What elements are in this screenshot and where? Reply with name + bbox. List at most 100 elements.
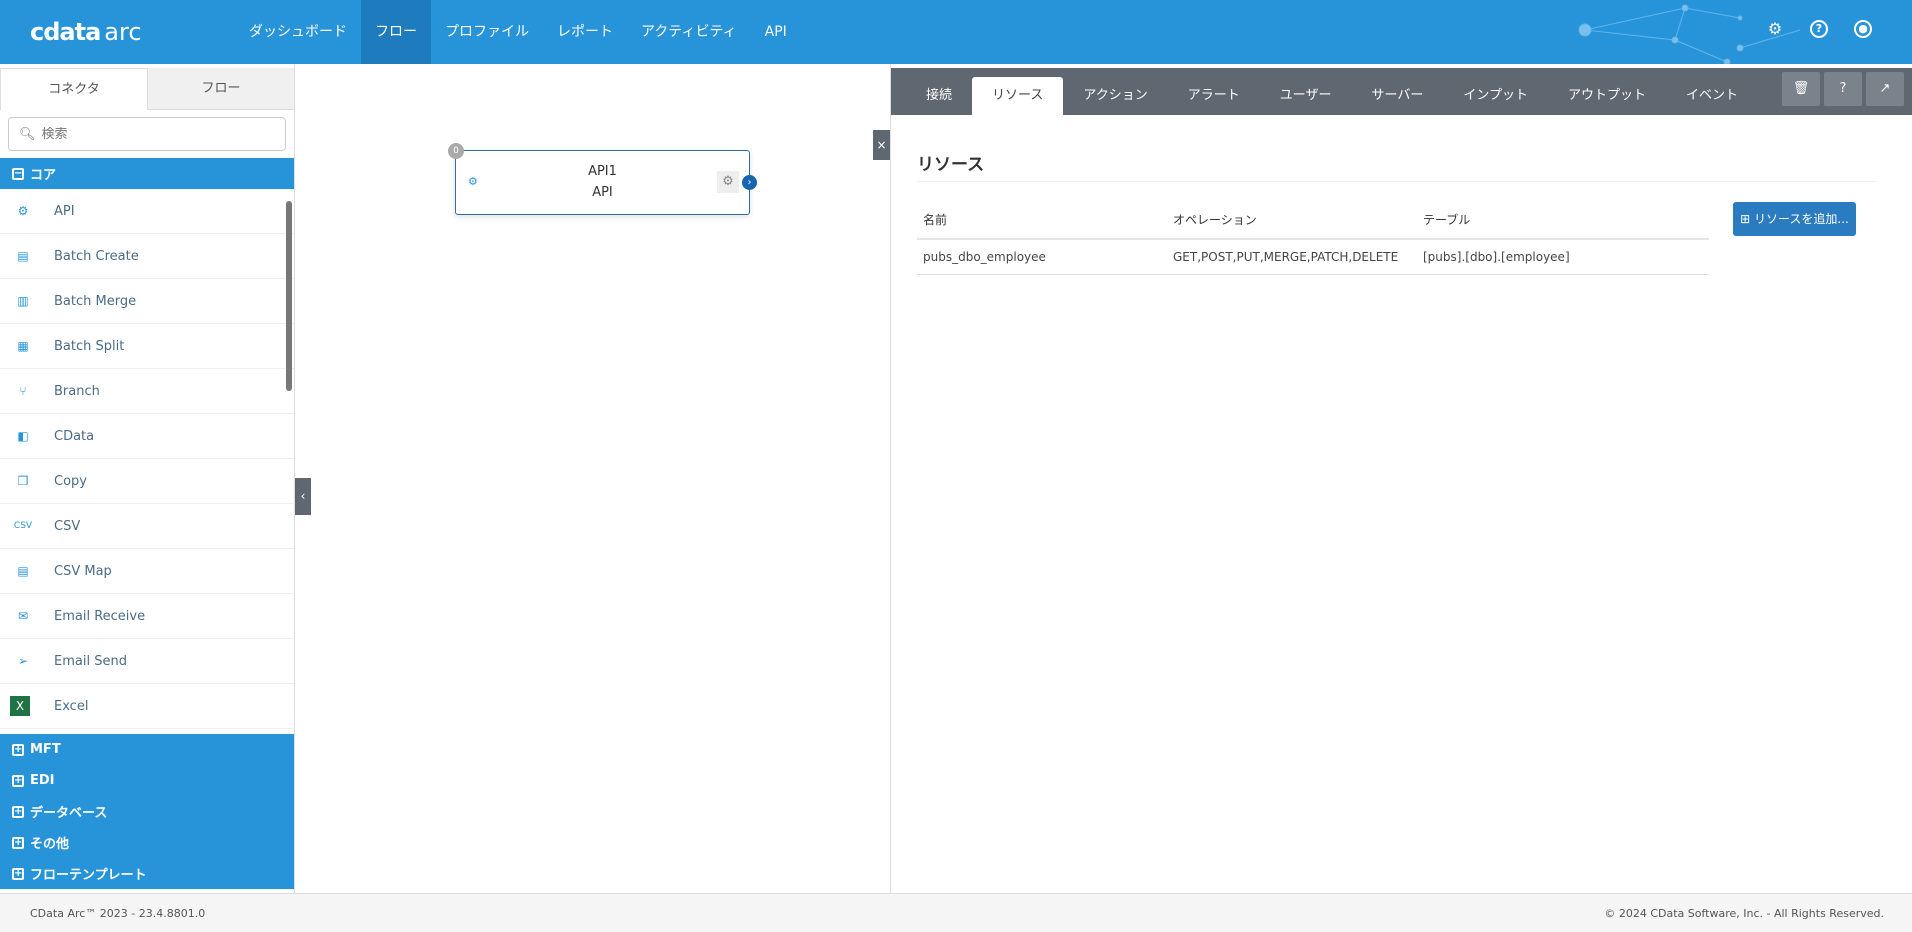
flow-node-api1[interactable]: 0 ⚙ API1 API ⚙ › (448, 143, 757, 215)
list-item[interactable]: ⑂ Branch (0, 369, 294, 414)
expand-icon: + (12, 774, 24, 787)
excel-icon: X (10, 696, 30, 716)
group-0[interactable]: + MFT (0, 734, 294, 765)
list-item-label: Email Receive (54, 608, 146, 624)
list-item[interactable]: X Excel (0, 684, 294, 729)
tab-5[interactable]: サーバー (1352, 77, 1444, 115)
group-1[interactable]: + EDI (0, 765, 294, 796)
connector-list: ⚙ API ▤ Batch Create ▥ Batch Merge ▦ Batch Spli… (0, 189, 294, 734)
nav-flow[interactable]: フロー (361, 0, 431, 64)
tab-7[interactable]: アウトプット (1548, 77, 1666, 115)
list-item-label: Batch Merge (54, 293, 137, 309)
list-item[interactable]: ✉ Email Receive (0, 594, 294, 639)
table-row[interactable]: pubs_dbo_employee GET,POST,PUT,MERGE,PAT… (917, 239, 1709, 275)
list-item[interactable]: ◧ CData (0, 414, 294, 459)
group-4[interactable]: + フローテンプレート (0, 858, 294, 889)
help-icon[interactable]: ? (1810, 20, 1828, 38)
list-item[interactable]: ▥ Batch Merge (0, 279, 294, 324)
list-item[interactable]: ▤ Batch Create (0, 234, 294, 279)
node-output-icon[interactable]: › (742, 175, 757, 190)
scrollbar[interactable] (286, 201, 292, 391)
list-item[interactable]: ⚙ API (0, 189, 294, 234)
copyright-text: © 2024 CData Software, Inc. - All Rights… (1604, 907, 1884, 920)
group-label: フローテンプレート (30, 868, 147, 883)
flow-canvas[interactable]: 0 ⚙ API1 API ⚙ › × ‹ (295, 64, 890, 893)
tab-1[interactable]: リソース (972, 77, 1064, 115)
group-core[interactable]: − コア (0, 158, 294, 189)
expand-icon: + (12, 867, 24, 880)
api-icon: ⚙ (468, 175, 478, 188)
node-type: API (592, 185, 613, 200)
list-item[interactable]: ▤ CSV Map (0, 549, 294, 594)
nav-activity[interactable]: アクティビティ (627, 0, 751, 64)
list-item-label: Email Send (54, 653, 127, 669)
api-icon: ⚙ (17, 204, 29, 218)
batch-create-icon: ▤ (17, 249, 29, 263)
add-resource-button[interactable]: ⊞ リソースを追加... (1733, 202, 1856, 236)
column-operations: オペレーション (1167, 201, 1417, 240)
batch-merge-icon: ▥ (17, 294, 29, 308)
resource-operations: GET,POST,PUT,MERGE,PATCH,DELETE (1167, 239, 1417, 275)
gear-icon[interactable]: ⚙ (1766, 20, 1784, 38)
nav-profile[interactable]: プロファイル (431, 0, 543, 64)
cdata-arc-logo[interactable]: cdata arc (30, 18, 142, 46)
group-2[interactable]: + データベース (0, 796, 294, 827)
csv-icon: CSV (13, 521, 33, 531)
help-icon[interactable]: ? (1824, 72, 1862, 106)
list-item[interactable]: ➢ Email Send (0, 639, 294, 684)
nav-report[interactable]: レポート (543, 0, 627, 64)
tab-6[interactable]: インプット (1443, 77, 1548, 115)
tab-4[interactable]: ユーザー (1260, 77, 1352, 115)
tab-3[interactable]: アラート (1168, 77, 1260, 115)
main-nav: ダッシュボード フロー プロファイル レポート アクティビティ API (235, 0, 801, 64)
group-label: コア (30, 168, 57, 183)
list-item-label: Excel (54, 698, 89, 714)
nav-dashboard[interactable]: ダッシュボード (235, 0, 361, 64)
collapse-icon: − (12, 167, 24, 180)
version-text: CData Arc™ 2023 - 23.4.8801.0 (30, 907, 206, 920)
tab-connectors[interactable]: コネクタ (0, 68, 148, 110)
collapse-sidebar-button[interactable]: ‹ (295, 478, 311, 515)
close-panel-button[interactable]: × (873, 130, 890, 160)
branch-icon: ⑂ (19, 384, 27, 398)
settings-panel: 接続 リソース アクション アラート ユーザー サーバー インプット アウトプット イベント 🗑… (890, 64, 1912, 893)
resources-table: 名前 オペレーション テーブル pubs_dbo_employee GET,PO… (917, 201, 1709, 275)
copy-icon: ❐ (17, 474, 29, 488)
node-title: API1 (588, 164, 617, 179)
expand-icon: + (12, 805, 24, 818)
delete-icon[interactable]: 🗑︎ (1782, 72, 1820, 106)
column-name: 名前 (917, 201, 1167, 240)
list-item-label: Copy (54, 473, 87, 489)
list-item-label: Batch Create (54, 248, 139, 264)
user-icon[interactable]: ● (1854, 20, 1872, 38)
group-label: データベース (30, 806, 108, 821)
list-item-label: CData (54, 428, 95, 444)
search-icon: 🔍︎ (19, 126, 36, 142)
tab-2[interactable]: アクション (1063, 77, 1167, 115)
resource-name[interactable]: pubs_dbo_employee (917, 239, 1167, 275)
column-table: テーブル (1417, 201, 1709, 240)
search-input[interactable] (41, 126, 262, 142)
csv-map-icon: ▤ (17, 564, 29, 578)
list-item-label: Batch Split (54, 338, 125, 354)
group-3[interactable]: + その他 (0, 827, 294, 858)
group-label: EDI (30, 773, 55, 788)
list-item[interactable]: ❐ Copy (0, 459, 294, 504)
tab-8[interactable]: イベント (1666, 77, 1758, 115)
connector-sidebar: コネクタ フロー 🔍︎ −コア ⚙ API ▤ Batch Create ▥ Batch … (0, 64, 295, 893)
list-item[interactable]: CSV CSV (0, 504, 294, 549)
external-link-icon[interactable]: ↗ (1866, 72, 1904, 106)
node-badge: 0 (448, 143, 464, 159)
section-title: リソース (917, 155, 985, 175)
tab-flows[interactable]: フロー (148, 68, 294, 110)
list-item[interactable]: ▦ Batch Split (0, 324, 294, 369)
network-decoration-icon (1578, 4, 1800, 64)
nav-api[interactable]: API (751, 0, 801, 64)
email-receive-icon: ✉ (17, 609, 29, 623)
node-settings-icon[interactable]: ⚙ (717, 171, 739, 193)
tab-0[interactable]: 接続 (906, 77, 972, 115)
batch-split-icon: ▦ (17, 339, 29, 353)
list-item-label: CSV Map (54, 563, 112, 579)
list-item-label: Branch (54, 383, 100, 399)
email-send-icon: ➢ (17, 654, 29, 668)
